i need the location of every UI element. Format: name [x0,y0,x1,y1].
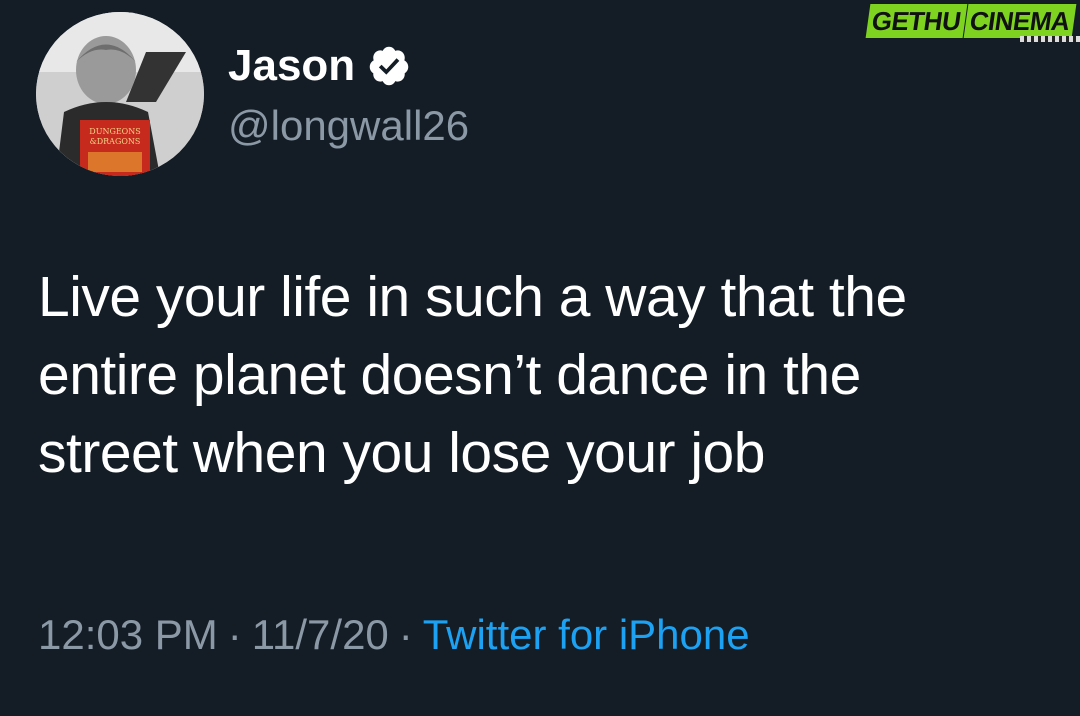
tweet-meta: 12:03 PM · 11/7/20 · Twitter for iPhone [38,607,750,663]
tweet-text-line: entire planet doesn’t dance in the [38,343,861,407]
tweet-date[interactable]: 11/7/20 [252,611,389,658]
watermark-part-2: CINEMA [964,4,1077,38]
tweet-text-line: street when you lose your job [38,421,765,485]
meta-separator: · [227,611,242,658]
avatar-photo: DUNGEONS &DRAGONS [36,12,204,176]
avatar-book-text-2: &DRAGONS [90,137,141,146]
author-display-name[interactable]: Jason [228,40,355,92]
watermark-part-1: GETHU [865,4,967,38]
author-name-row: Jason [228,40,411,92]
avatar-book-text-1: DUNGEONS [89,127,140,136]
tweet-text-line: Live your life in such a way that the [38,265,907,329]
avatar[interactable]: DUNGEONS &DRAGONS [36,12,204,176]
meta-separator: · [398,611,413,658]
author-handle[interactable]: @longwall26 [228,100,469,152]
tweet-source-link[interactable]: Twitter for iPhone [423,611,750,658]
watermark-logo: GETHU CINEMA [865,4,1077,38]
verified-badge-icon [369,46,409,86]
tweet-text: Live your life in such a way that the en… [38,258,1058,492]
watermark-film-strip-icon [1020,36,1080,42]
tweet-time[interactable]: 12:03 PM [38,611,218,658]
tweet-card: DUNGEONS &DRAGONS Jason @longwall26 Live… [0,0,1080,716]
